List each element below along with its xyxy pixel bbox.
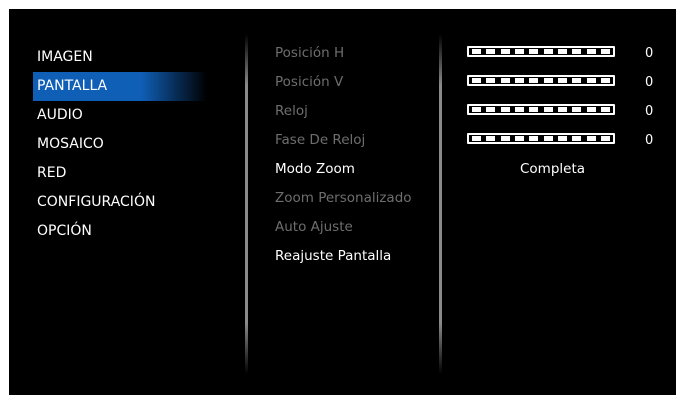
- slider-segment: [543, 136, 553, 141]
- reloj-slider[interactable]: [467, 104, 615, 115]
- zoom-mode-row: Completa: [467, 155, 667, 184]
- slider-segment: [586, 136, 596, 141]
- value-column: 0 0 0 0 Completa: [467, 39, 667, 184]
- slider-segment: [572, 136, 582, 141]
- slider-row-fase-de-reloj: 0: [467, 126, 667, 155]
- reloj-value: 0: [645, 104, 654, 119]
- posicion-h-value: 0: [645, 46, 654, 61]
- submenu-item-modo-zoom[interactable]: Modo Zoom: [275, 155, 435, 184]
- slider-segment: [600, 136, 610, 141]
- submenu-item-zoom-personalizado[interactable]: Zoom Personalizado: [275, 184, 435, 213]
- slider-segment: [529, 107, 539, 112]
- osd-panel: IMAGEN PANTALLA AUDIO MOSAICO RED CONFIG…: [9, 9, 676, 395]
- slider-segment: [529, 136, 539, 141]
- slider-row-posicion-h: 0: [467, 39, 667, 68]
- slider-segment: [557, 49, 567, 54]
- slider-segment: [586, 107, 596, 112]
- column-divider: [439, 34, 442, 374]
- slider-segment: [600, 49, 610, 54]
- fase-de-reloj-slider[interactable]: [467, 133, 615, 144]
- slider-segment: [500, 49, 510, 54]
- slider-segment: [543, 107, 553, 112]
- slider-segment: [600, 107, 610, 112]
- slider-segment: [529, 78, 539, 83]
- slider-segment: [572, 49, 582, 54]
- slider-segment: [543, 49, 553, 54]
- column-divider: [245, 34, 248, 374]
- slider-segment: [514, 49, 524, 54]
- main-menu-item-red[interactable]: RED: [9, 159, 239, 188]
- slider-segment: [486, 49, 496, 54]
- slider-segment: [514, 107, 524, 112]
- submenu-item-reloj[interactable]: Reloj: [275, 97, 435, 126]
- slider-segment: [472, 78, 481, 83]
- slider-segment: [529, 49, 539, 54]
- zoom-mode-value[interactable]: Completa: [520, 155, 585, 184]
- posicion-v-value: 0: [645, 75, 654, 90]
- slider-segment: [557, 78, 567, 83]
- posicion-h-slider[interactable]: [467, 46, 615, 57]
- main-menu-item-mosaico[interactable]: MOSAICO: [9, 130, 239, 159]
- submenu-item-fase-de-reloj[interactable]: Fase De Reloj: [275, 126, 435, 155]
- slider-segment: [472, 107, 481, 112]
- submenu-item-reajuste-pantalla[interactable]: Reajuste Pantalla: [275, 242, 435, 271]
- slider-segment: [543, 78, 553, 83]
- slider-row-reloj: 0: [467, 97, 667, 126]
- slider-segment: [572, 107, 582, 112]
- slider-segment: [586, 49, 596, 54]
- slider-segment: [486, 136, 496, 141]
- posicion-v-slider[interactable]: [467, 75, 615, 86]
- submenu: Posición H Posición V Reloj Fase De Relo…: [275, 39, 435, 271]
- slider-segment: [600, 78, 610, 83]
- main-menu: IMAGEN PANTALLA AUDIO MOSAICO RED CONFIG…: [9, 43, 239, 246]
- slider-segment: [557, 136, 567, 141]
- slider-row-posicion-v: 0: [467, 68, 667, 97]
- slider-segment: [572, 78, 582, 83]
- main-menu-item-pantalla[interactable]: PANTALLA: [33, 72, 207, 101]
- fase-de-reloj-value: 0: [645, 133, 654, 148]
- slider-segment: [500, 78, 510, 83]
- main-menu-item-opcion[interactable]: OPCIÓN: [9, 217, 239, 246]
- slider-segment: [486, 107, 496, 112]
- slider-segment: [472, 136, 481, 141]
- slider-segment: [472, 49, 481, 54]
- submenu-item-posicion-v[interactable]: Posición V: [275, 68, 435, 97]
- slider-segment: [514, 136, 524, 141]
- main-menu-item-imagen[interactable]: IMAGEN: [9, 43, 239, 72]
- main-menu-item-audio[interactable]: AUDIO: [9, 101, 239, 130]
- slider-segment: [486, 78, 496, 83]
- slider-segment: [514, 78, 524, 83]
- main-menu-item-configuracion[interactable]: CONFIGURACIÓN: [9, 188, 239, 217]
- slider-segment: [557, 107, 567, 112]
- submenu-item-posicion-h[interactable]: Posición H: [275, 39, 435, 68]
- slider-segment: [586, 78, 596, 83]
- slider-segment: [500, 107, 510, 112]
- submenu-item-auto-ajuste[interactable]: Auto Ajuste: [275, 213, 435, 242]
- slider-segment: [500, 136, 510, 141]
